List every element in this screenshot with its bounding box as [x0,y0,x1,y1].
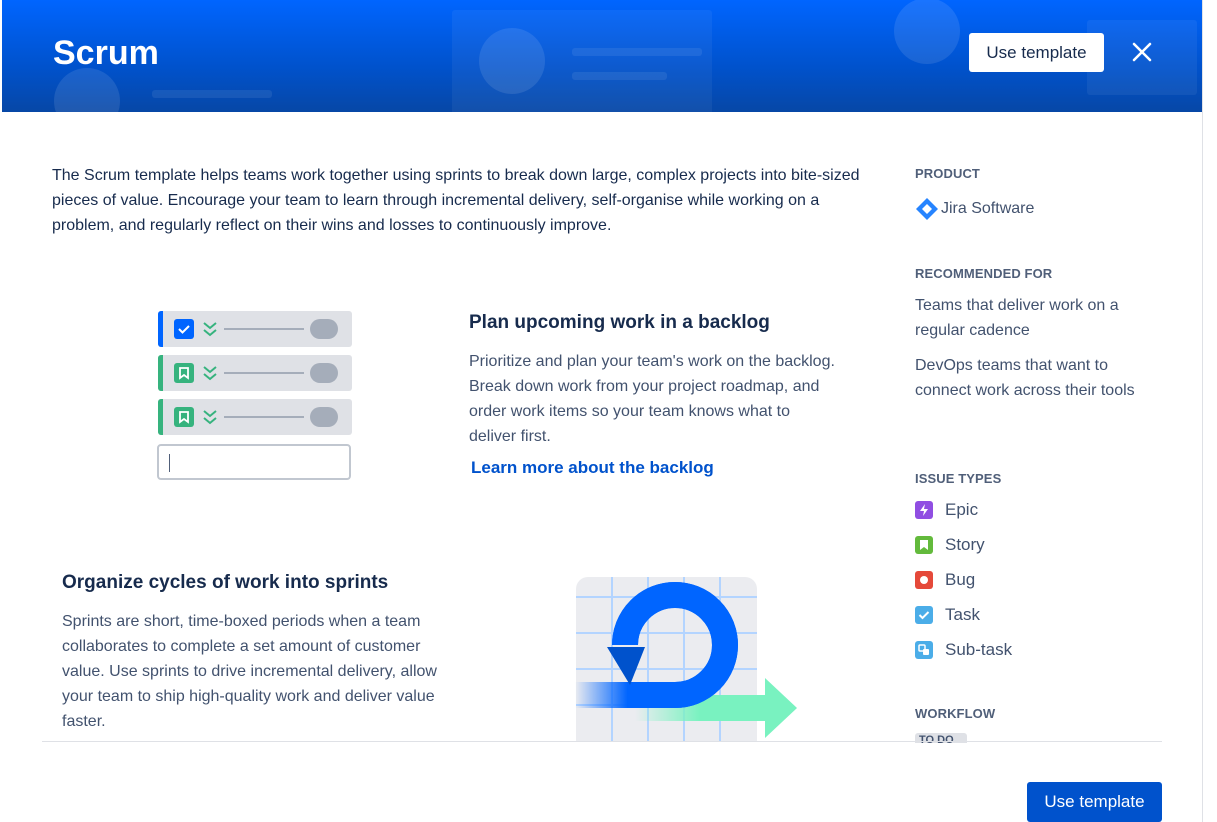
sprints-heading: Organize cycles of work into sprints [62,572,389,593]
bug-icon [915,571,933,589]
header-decoration [54,68,120,112]
jira-software-icon [916,198,938,220]
header-decoration [894,0,960,64]
product-name: Jira Software [941,200,1035,217]
issue-type-label: Task [945,605,980,624]
task-check-icon [174,319,194,339]
subtask-icon [915,641,933,659]
backlog-body: Prioritize and plan your team's work on … [469,353,835,445]
issue-type-story: Story [915,535,985,555]
use-template-button-footer[interactable]: Use template [1027,782,1162,822]
story-bookmark-icon [174,407,194,427]
modal-header: Scrum Use template [2,0,1202,112]
footer-divider [42,741,1162,742]
issue-types-label: ISSUE TYPES [915,471,1002,486]
backlog-input-illustration [157,444,351,480]
sprints-body: Sprints are short, time-boxed periods wh… [62,613,437,730]
workflow-label: WORKFLOW [915,706,996,721]
header-decoration [572,72,667,80]
task-icon [915,606,933,624]
template-modal: Scrum Use template The Scrum template he… [0,0,1203,822]
product-label: PRODUCT [915,166,980,181]
recommended-item: Teams that deliver work on a regular cad… [915,297,1119,339]
product-row: Jira Software [915,197,1034,221]
priority-chevron-icon [203,410,217,425]
template-description: The Scrum template helps teams work toge… [52,167,860,234]
backlog-heading: Plan upcoming work in a backlog [469,312,770,333]
priority-chevron-icon [203,322,217,337]
learn-more-backlog-link[interactable]: Learn more about the backlog [471,458,714,478]
story-icon [915,536,933,554]
page-title: Scrum [53,34,159,72]
issue-type-task: Task [915,605,980,625]
issue-type-bug: Bug [915,570,975,590]
recommended-item: DevOps teams that want to connect work a… [915,357,1135,399]
recommended-label: RECOMMENDED FOR [915,266,1053,281]
issue-type-label: Story [945,535,985,554]
issue-type-subtask: Sub-task [915,640,1012,660]
issue-type-label: Bug [945,570,976,589]
issue-type-epic: Epic [915,500,978,520]
use-template-button-header[interactable]: Use template [969,33,1104,72]
priority-chevron-icon [203,366,217,381]
close-button[interactable] [1126,36,1158,68]
header-decoration [572,48,702,56]
issue-type-label: Sub-task [945,640,1013,659]
issue-type-label: Epic [945,500,979,519]
story-bookmark-icon [174,363,194,383]
header-decoration [152,90,272,98]
backlog-illustration [150,305,360,490]
epic-icon [915,501,933,519]
backlog-row [158,355,352,391]
backlog-row [158,399,352,435]
close-icon [1132,42,1152,62]
header-decoration [452,10,712,112]
sprint-illustration [575,577,805,742]
backlog-row [158,311,352,347]
